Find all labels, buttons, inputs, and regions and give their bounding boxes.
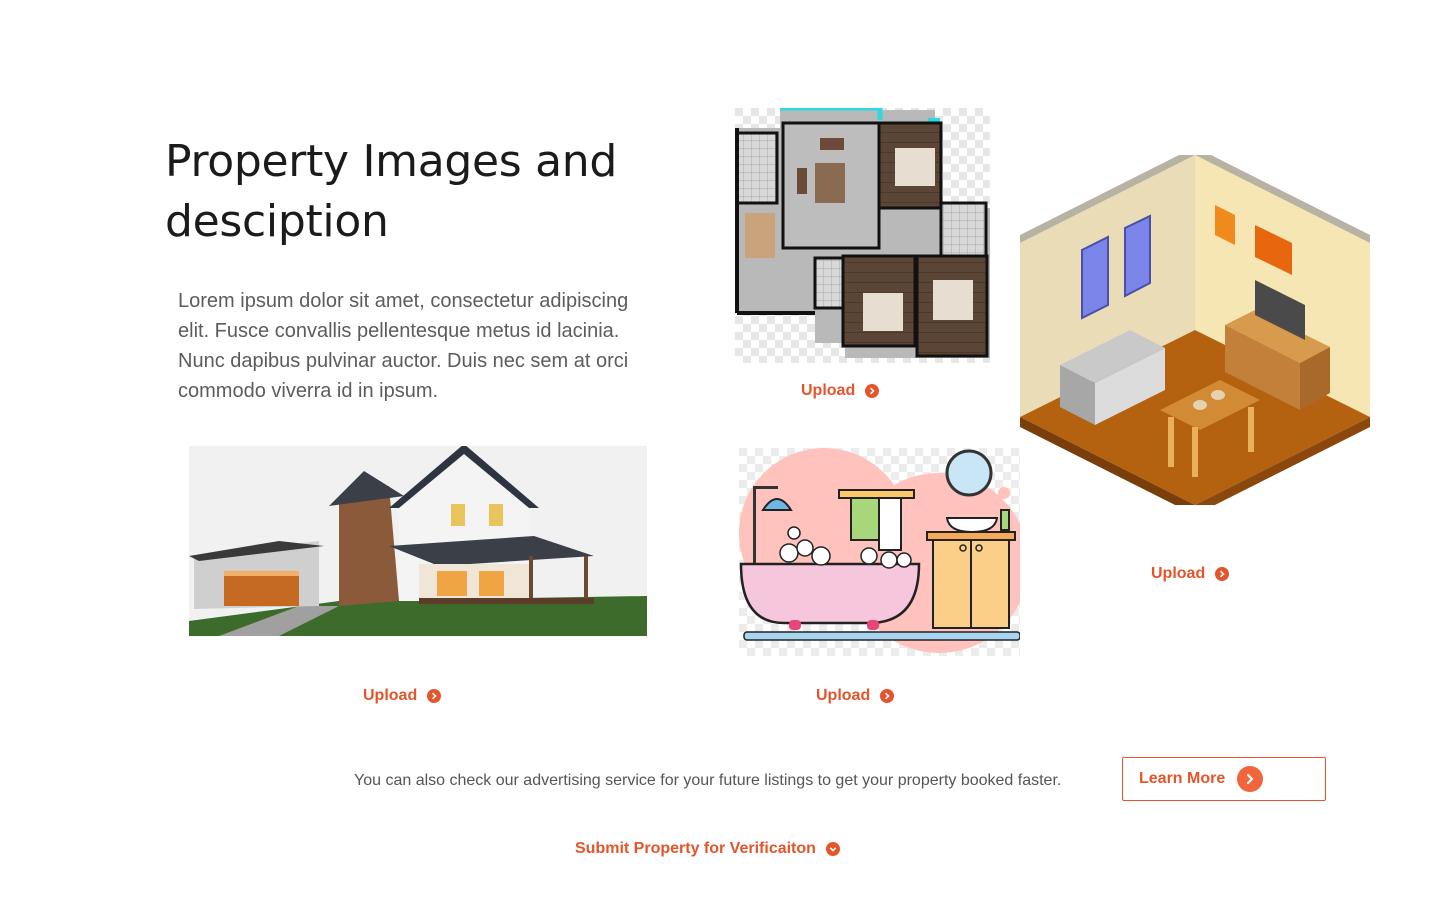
chevron-right-circle-icon: [1215, 567, 1230, 581]
living-room-image: [1020, 155, 1370, 505]
upload-living-room-button[interactable]: Upload: [1151, 565, 1230, 583]
upload-floor-plan-button[interactable]: Upload: [801, 382, 880, 400]
bathroom-image: [739, 448, 1020, 656]
submit-verification-button[interactable]: Submit Property for Verificaiton: [575, 840, 840, 858]
upload-bathroom-button[interactable]: Upload: [816, 687, 895, 705]
chevron-right-circle-icon: [427, 689, 442, 703]
learn-more-label: Learn More: [1139, 770, 1226, 787]
chevron-right-circle-icon: [865, 384, 880, 398]
learn-more-button[interactable]: Learn More: [1122, 757, 1326, 801]
advertising-promo-text: You can also check our advertising servi…: [354, 772, 1062, 789]
chevron-right-circle-icon: [1237, 766, 1264, 792]
page-title: Property Images and desciption: [165, 136, 617, 247]
floor-plan-image: [735, 108, 990, 363]
chevron-right-circle-icon: [880, 689, 895, 703]
submit-label: Submit Property for Verificaiton: [575, 840, 816, 857]
chevron-down-circle-icon: [825, 842, 840, 856]
house-exterior-image: [189, 446, 647, 636]
upload-house-button[interactable]: Upload: [363, 687, 442, 705]
property-description: Lorem ipsum dolor sit amet, consectetur …: [178, 290, 629, 402]
